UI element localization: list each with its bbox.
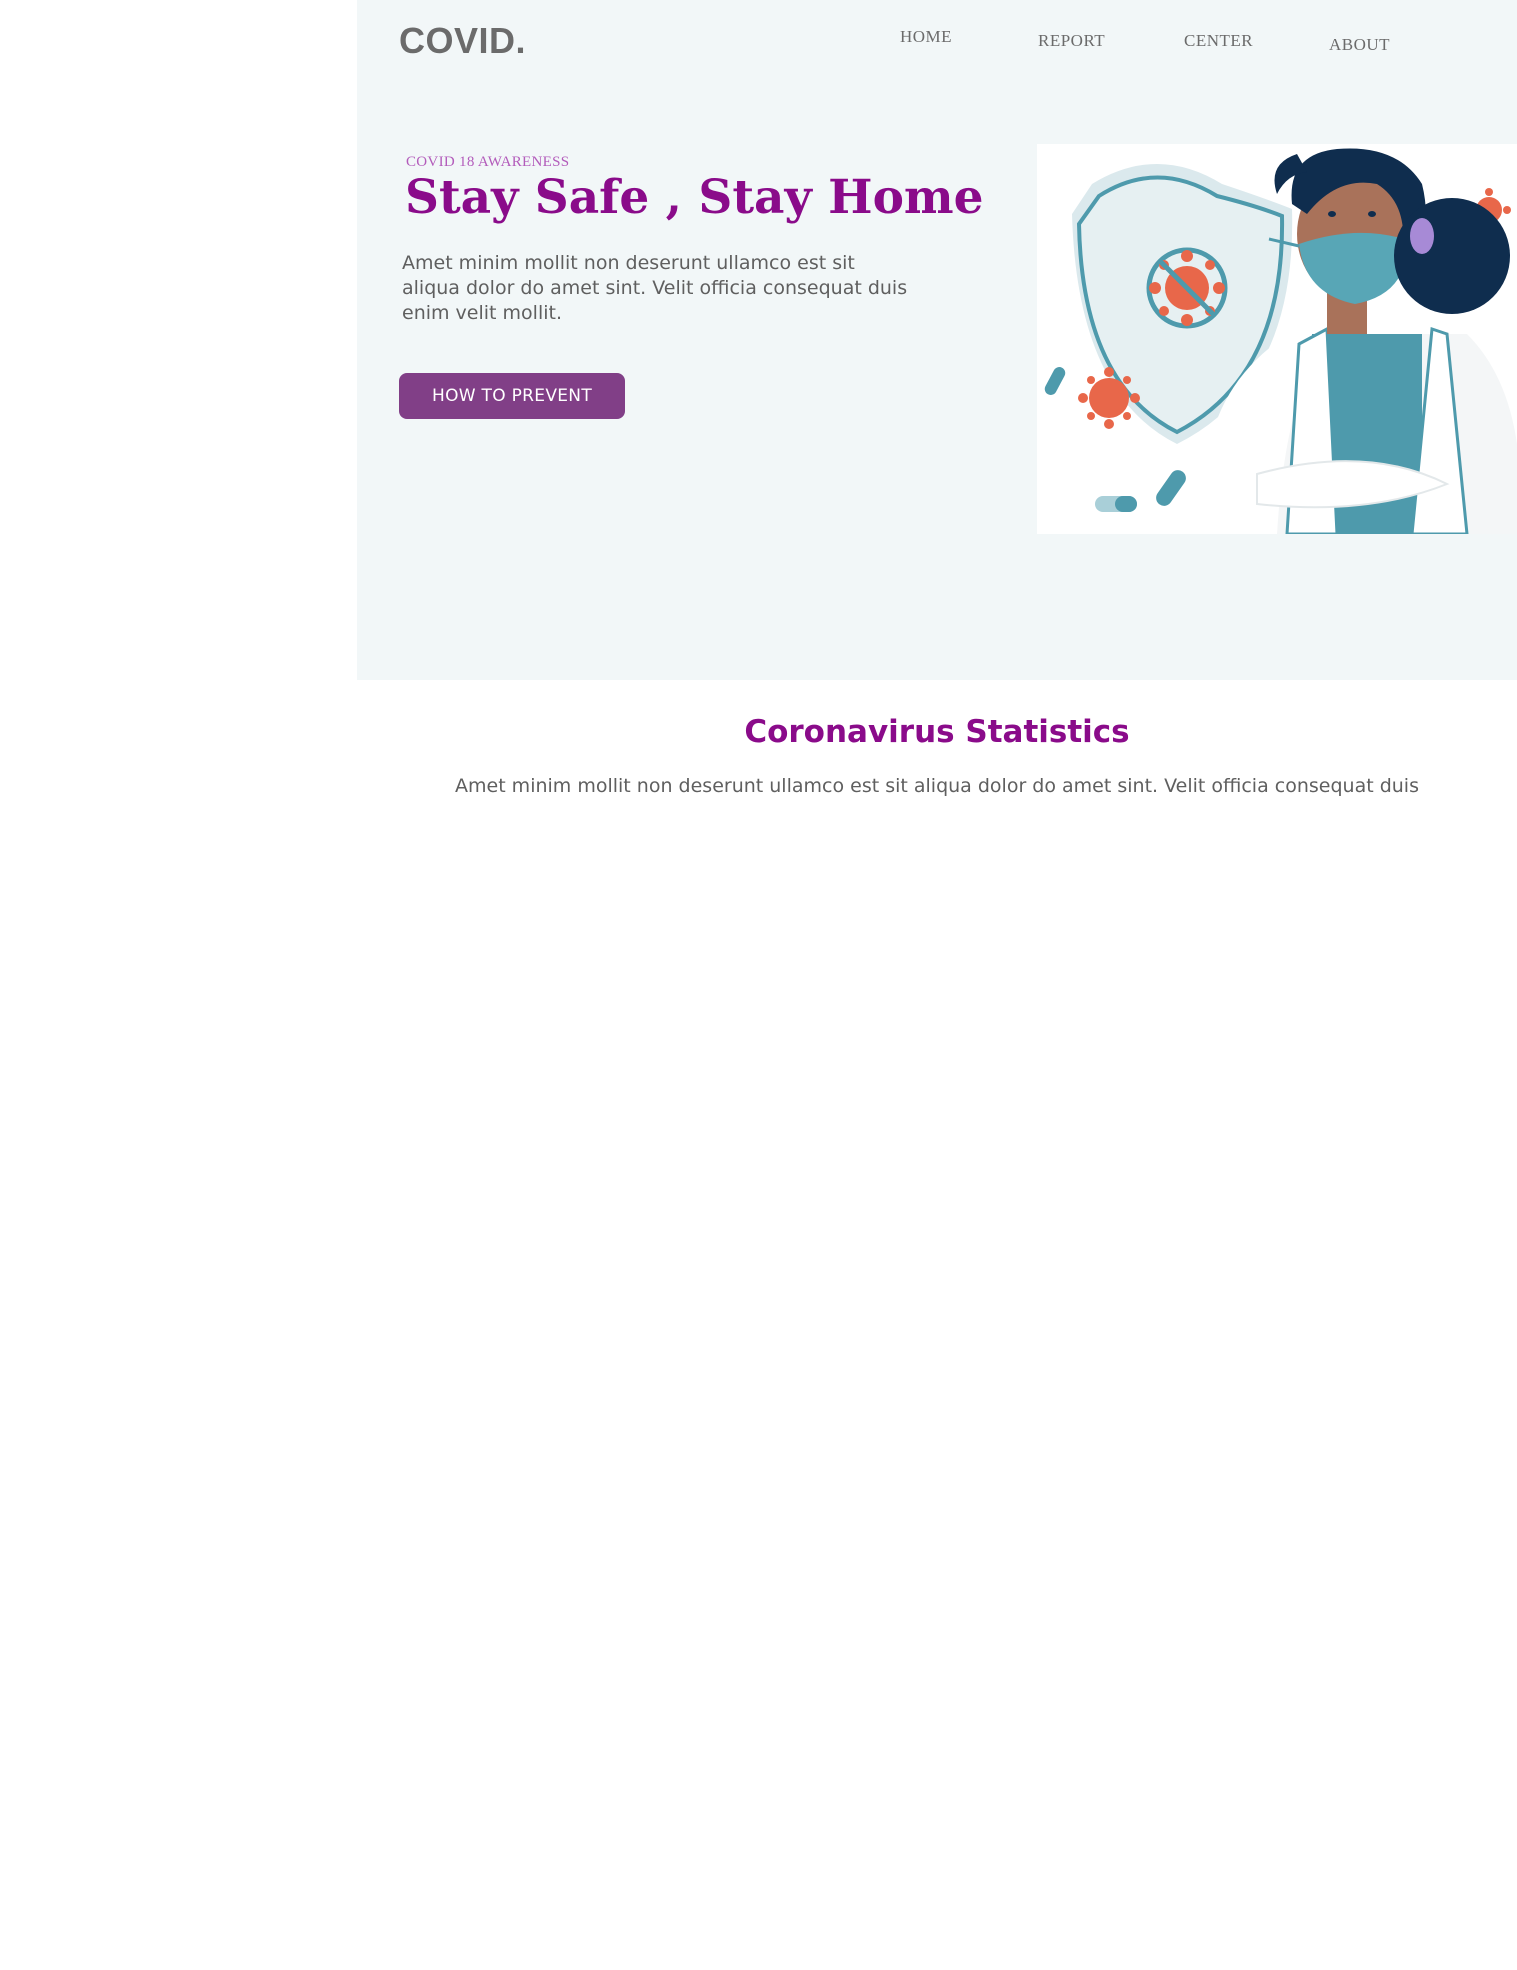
stats-title: Coronavirus Statistics [744, 714, 1130, 750]
stats-description: Amet minim mollit non deserunt ullamco e… [455, 775, 1419, 797]
hero-kicker: COVID 18 AWARENESS [406, 154, 570, 170]
page: COVID. HOME REPORT CENTER ABOUT COVID 18… [0, 0, 1517, 1970]
site-logo[interactable]: COVID. [399, 20, 526, 62]
hero-illustration [1037, 144, 1517, 534]
nav-home-link[interactable]: HOME [900, 27, 952, 47]
nav-report-link[interactable]: REPORT [1038, 31, 1105, 51]
how-to-prevent-button[interactable]: HOW TO PREVENT [399, 373, 625, 419]
hero-description: Amet minim mollit non deserunt ullamco e… [402, 252, 908, 324]
hero-section: COVID. HOME REPORT CENTER ABOUT COVID 18… [357, 0, 1517, 680]
nav-center-link[interactable]: CENTER [1184, 31, 1253, 51]
nav-about-link[interactable]: ABOUT [1329, 35, 1390, 55]
hero-headline: Stay Safe , Stay Home [405, 170, 984, 225]
woman-mask-shield-icon [1044, 148, 1517, 534]
